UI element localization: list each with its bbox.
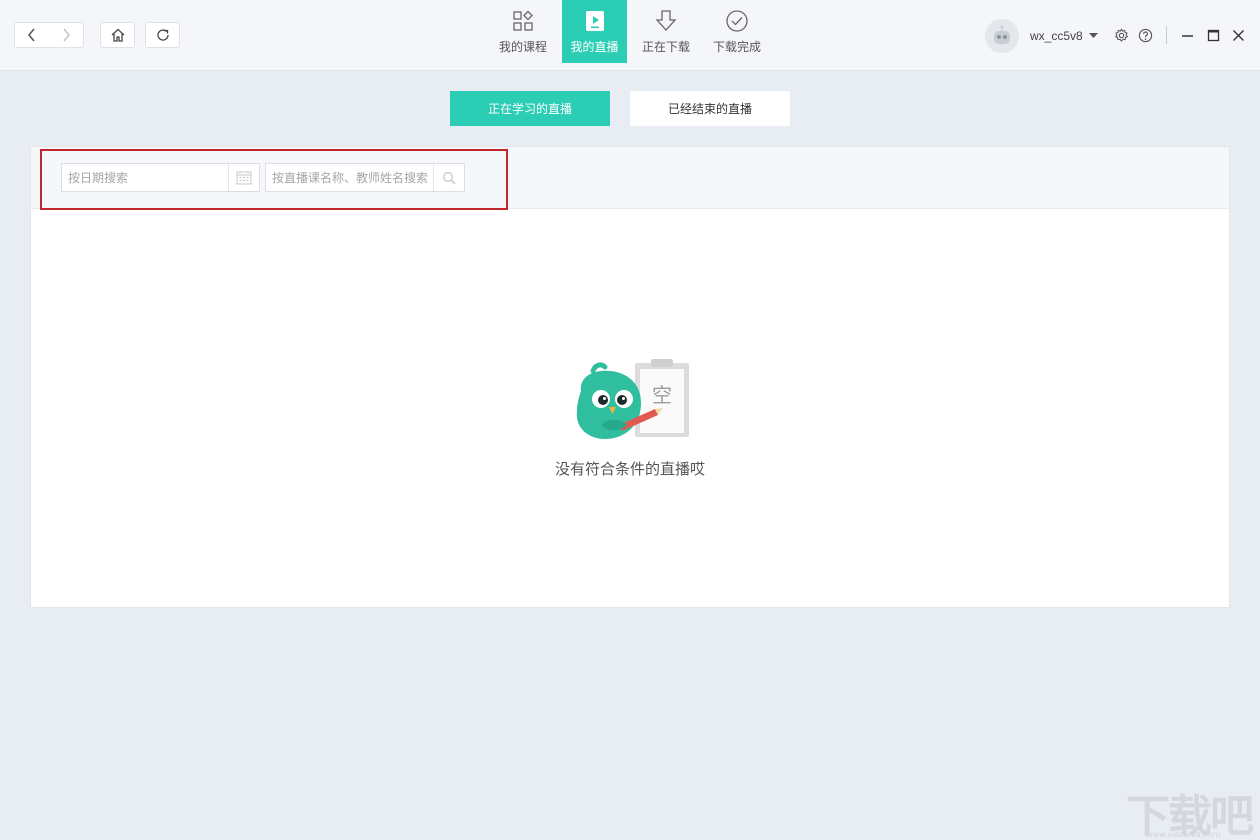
settings-button[interactable] <box>1113 27 1129 43</box>
tab-ended-live[interactable]: 已经结束的直播 <box>630 91 790 126</box>
live-list-panel: 空 没有符合条件的直播哎 <box>30 146 1230 608</box>
close-button[interactable] <box>1230 27 1246 43</box>
close-icon <box>1232 29 1244 41</box>
search-bar <box>31 147 1229 210</box>
avatar[interactable] <box>985 19 1019 53</box>
home-icon <box>111 28 124 42</box>
tab-downloading[interactable]: 正在下载 <box>633 0 699 63</box>
chevron-right-icon <box>63 28 70 42</box>
title-bar: 我的课程 我的直播 正在下载 下载完成 wx_cc5v8 <box>0 0 1260 71</box>
download-arrow-icon <box>654 9 678 33</box>
name-search-input[interactable] <box>266 164 433 191</box>
watermark-url: www.xiazaiba.com <box>1146 830 1221 839</box>
tab-label: 下载完成 <box>712 40 761 54</box>
name-search-field[interactable] <box>265 163 465 192</box>
calendar-button[interactable] <box>228 164 259 191</box>
empty-bird-illustration: 空 <box>576 359 689 439</box>
robot-avatar-icon <box>994 25 1010 44</box>
grid-icon <box>511 9 535 33</box>
empty-badge-char: 空 <box>652 383 672 407</box>
live-play-icon <box>583 9 607 33</box>
refresh-icon <box>156 29 169 41</box>
date-search-field[interactable] <box>61 163 260 192</box>
toolbar-divider <box>1166 26 1167 44</box>
help-icon <box>1138 28 1152 42</box>
calendar-icon <box>236 171 252 185</box>
tab-label: 我的直播 <box>570 40 619 54</box>
chevron-left-icon <box>28 28 35 42</box>
home-button[interactable] <box>100 22 135 48</box>
maximize-button[interactable] <box>1205 27 1221 43</box>
username-label[interactable]: wx_cc5v8 <box>1030 29 1083 43</box>
check-circle-icon <box>725 9 749 33</box>
history-nav-group <box>14 22 84 48</box>
help-button[interactable] <box>1137 27 1153 43</box>
refresh-button[interactable] <box>145 22 180 48</box>
empty-state-message: 没有符合条件的直播哎 <box>554 461 705 478</box>
date-search-input[interactable] <box>62 164 228 191</box>
tab-downloaded[interactable]: 下载完成 <box>704 0 770 63</box>
search-icon <box>443 171 456 185</box>
gear-icon <box>1114 28 1128 42</box>
tab-label: 正在下载 <box>641 40 690 54</box>
tab-learning-live[interactable]: 正在学习的直播 <box>450 91 610 126</box>
search-button[interactable] <box>433 164 464 191</box>
watermark-logo: 下载吧 www.xiazaiba.com <box>1126 780 1256 840</box>
back-button[interactable] <box>15 23 49 47</box>
tab-my-courses[interactable]: 我的课程 <box>490 0 556 63</box>
tab-my-live[interactable]: 我的直播 <box>562 0 627 63</box>
caret-down-icon[interactable] <box>1089 33 1098 39</box>
tab-label: 我的课程 <box>498 40 547 54</box>
forward-button[interactable] <box>49 23 83 47</box>
maximize-icon <box>1207 29 1219 41</box>
minimize-icon <box>1181 34 1193 37</box>
minimize-button[interactable] <box>1179 27 1195 43</box>
